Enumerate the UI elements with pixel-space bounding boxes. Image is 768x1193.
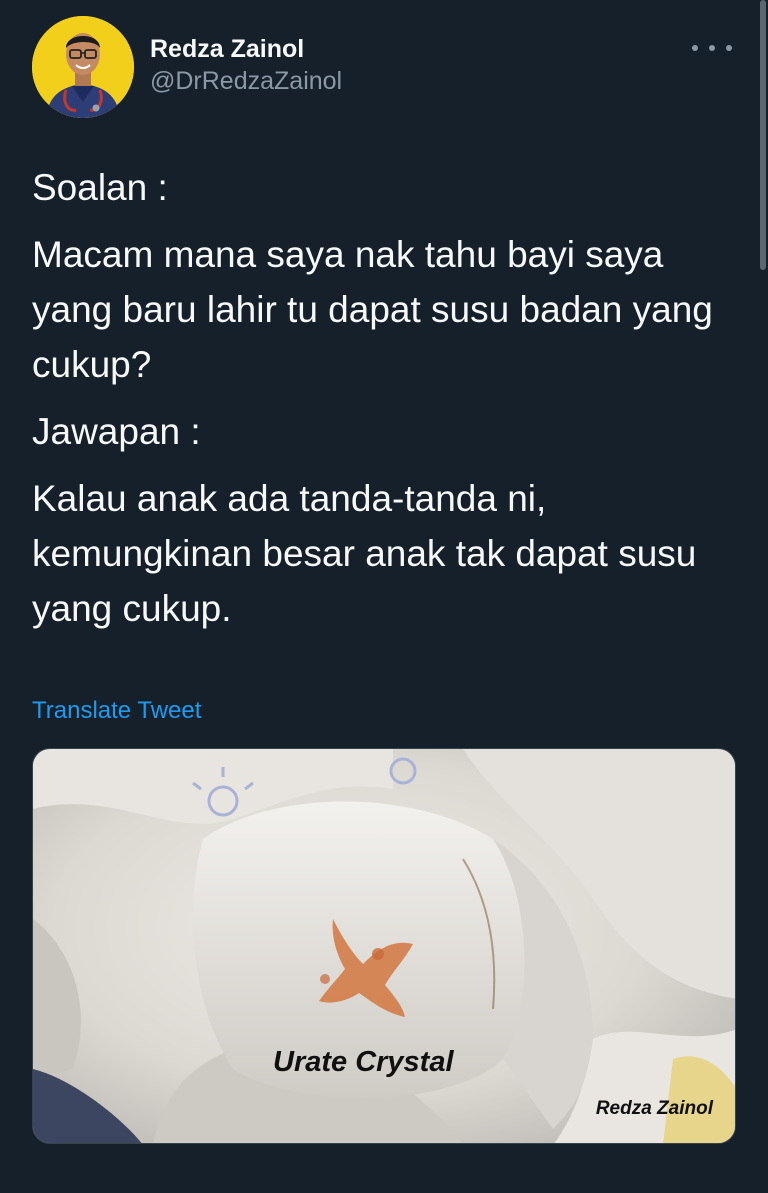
tweet-paragraph: Macam mana saya nak tahu bayi saya yang … bbox=[32, 234, 713, 385]
tweet-paragraph: Kalau anak ada tanda-tanda ni, kemungkin… bbox=[32, 478, 697, 629]
tweet: Redza Zainol @DrRedzaZainol Soalan : Mac… bbox=[0, 0, 768, 1193]
tweet-paragraph: Soalan : bbox=[32, 167, 168, 208]
tweet-header: Redza Zainol @DrRedzaZainol bbox=[32, 16, 748, 118]
media-credit: Redza Zainol bbox=[595, 1098, 713, 1119]
more-dot bbox=[726, 45, 732, 51]
author-display-name[interactable]: Redza Zainol bbox=[150, 34, 342, 64]
tweet-paragraph: Jawapan : bbox=[32, 411, 201, 452]
more-dot bbox=[692, 45, 698, 51]
user-info: Redza Zainol @DrRedzaZainol bbox=[150, 34, 342, 98]
more-options-icon[interactable] bbox=[692, 38, 732, 58]
avatar[interactable] bbox=[32, 16, 134, 118]
avatar-image bbox=[32, 16, 134, 118]
scrollbar[interactable] bbox=[760, 0, 766, 270]
tweet-text: Soalan : Macam mana saya nak tahu bayi s… bbox=[32, 160, 744, 648]
author-handle[interactable]: @DrRedzaZainol bbox=[150, 64, 342, 98]
media-caption: Urate Crystal bbox=[273, 1046, 454, 1078]
diaper-photo bbox=[33, 749, 735, 1143]
tweet-media-image[interactable]: Urate Crystal Redza Zainol bbox=[32, 748, 736, 1144]
translate-tweet-link[interactable]: Translate Tweet bbox=[32, 697, 201, 725]
more-dot bbox=[709, 45, 715, 51]
